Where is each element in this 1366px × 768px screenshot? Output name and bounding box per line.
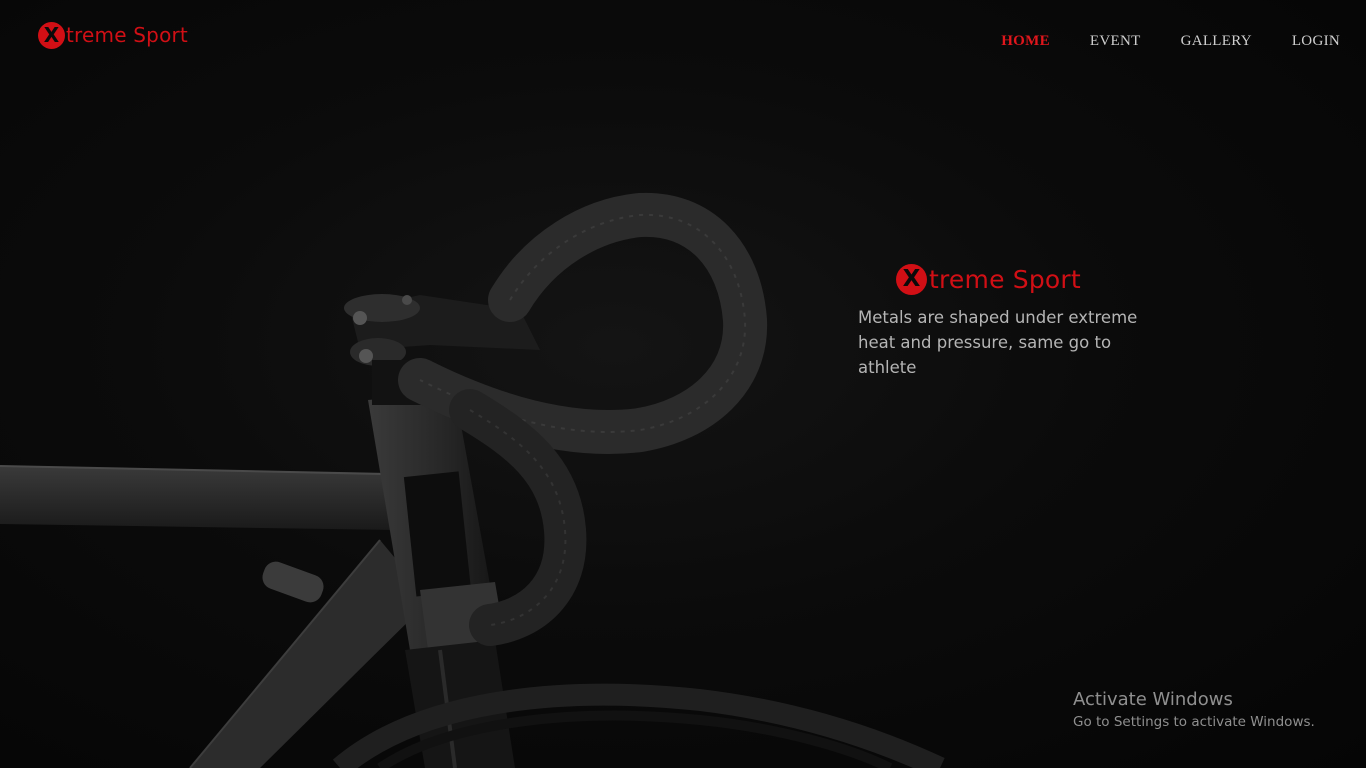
- page: X treme Sport HOME EVENT GALLERY LOGIN X…: [0, 0, 1366, 768]
- hero-tagline: Metals are shaped under extreme heat and…: [858, 308, 1138, 377]
- nav-home-link[interactable]: HOME: [1001, 33, 1050, 50]
- nav-event-link[interactable]: EVENT: [1090, 33, 1141, 50]
- windows-activation-watermark: Activate Windows Go to Settings to activ…: [1073, 688, 1315, 732]
- hero-bicycle-image: [0, 192, 945, 768]
- watermark-subtitle: Go to Settings to activate Windows.: [1073, 714, 1315, 730]
- nav-login-link[interactable]: LOGIN: [1292, 33, 1340, 50]
- logo-text: treme Sport: [66, 23, 188, 47]
- hero-x-icon: X: [896, 264, 927, 295]
- hero-brand: X treme Sport: [896, 264, 1081, 295]
- hero-brand-text: treme Sport: [929, 265, 1081, 294]
- main-nav: HOME EVENT GALLERY LOGIN: [1001, 33, 1340, 50]
- nav-gallery-link[interactable]: GALLERY: [1181, 33, 1252, 50]
- site-logo[interactable]: X treme Sport: [38, 21, 188, 49]
- watermark-title: Activate Windows: [1073, 689, 1233, 710]
- logo-x-icon: X: [38, 21, 65, 49]
